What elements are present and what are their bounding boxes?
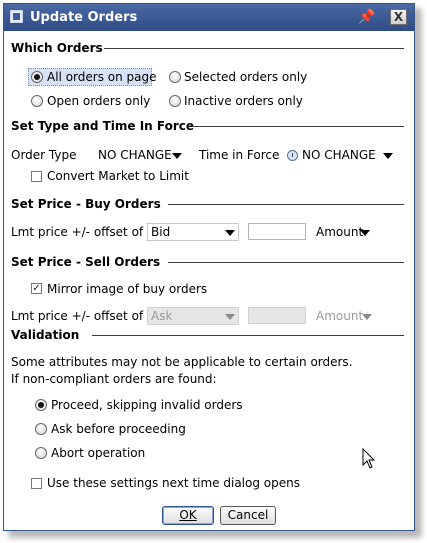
buy-amount-type-select[interactable]: Amount — [312, 223, 374, 241]
radio-selected-orders[interactable] — [169, 71, 181, 83]
validation-note-line1: Some attributes may not be applicable to… — [11, 355, 353, 369]
buy-amount-input[interactable] — [248, 223, 306, 240]
order-type-label: Order Type — [11, 148, 77, 162]
pin-icon[interactable]: 📌 — [358, 8, 376, 26]
radio-inactive-orders-label[interactable]: Inactive orders only — [184, 94, 303, 108]
radio-all-orders[interactable] — [31, 71, 43, 83]
radio-all-orders-label[interactable]: All orders on page — [47, 70, 157, 84]
radio-abort[interactable] — [35, 447, 47, 459]
close-icon: X — [393, 10, 404, 24]
type-tif-divider — [192, 126, 404, 127]
window-title: Update Orders — [30, 10, 138, 25]
buy-amount-type-value: Amount — [316, 225, 364, 239]
radio-open-orders[interactable] — [31, 95, 43, 107]
close-button[interactable]: X — [390, 9, 407, 25]
mirror-buy-checkbox[interactable]: ✓ — [31, 283, 42, 294]
radio-ask-before-label[interactable]: Ask before proceeding — [51, 422, 186, 436]
sell-heading: Set Price - Sell Orders — [11, 255, 161, 269]
sell-amount-type-value: Amount — [316, 309, 364, 323]
validation-heading: Validation — [11, 328, 80, 342]
buy-offset-value: Bid — [151, 225, 171, 239]
sell-amount-input[interactable] — [248, 307, 306, 324]
radio-ask-before[interactable] — [35, 423, 47, 435]
radio-abort-label[interactable]: Abort operation — [51, 446, 145, 460]
which-orders-heading: Which Orders — [11, 41, 103, 55]
chevron-down-icon — [225, 314, 235, 320]
sell-offset-select[interactable]: Ask — [147, 307, 239, 325]
remember-settings-checkbox[interactable] — [31, 478, 42, 489]
radio-proceed-skipping[interactable] — [35, 399, 47, 411]
chevron-down-icon — [172, 153, 182, 159]
tif-label: Time in Force — [199, 148, 280, 162]
validation-note-line2: If non-compliant orders are found: — [11, 372, 217, 386]
sell-offset-value: Ask — [151, 309, 173, 323]
sell-offset-label: Lmt price +/- offset of — [11, 309, 144, 323]
app-window-icon — [10, 10, 23, 23]
dialog-body: Which Orders All orders on page Selected… — [4, 31, 414, 530]
validation-divider — [92, 335, 404, 336]
remember-settings-label[interactable]: Use these settings next time dialog open… — [47, 476, 300, 490]
ok-button[interactable]: OK — [162, 506, 214, 525]
type-tif-heading: Set Type and Time In Force — [11, 119, 195, 133]
radio-proceed-skipping-label[interactable]: Proceed, skipping invalid orders — [51, 398, 243, 412]
mouse-cursor-icon — [362, 448, 376, 469]
buy-divider — [168, 204, 404, 205]
clock-icon — [287, 150, 298, 161]
chevron-down-icon — [360, 230, 370, 236]
update-orders-dialog: Update Orders 📌 X Which Orders All order… — [3, 3, 415, 531]
chevron-down-icon — [362, 314, 372, 320]
buy-offset-select[interactable]: Bid — [147, 223, 239, 241]
chevron-down-icon — [383, 153, 393, 159]
chevron-down-icon — [225, 230, 235, 236]
convert-market-label[interactable]: Convert Market to Limit — [47, 169, 189, 183]
buy-offset-label: Lmt price +/- offset of — [11, 225, 144, 239]
convert-market-checkbox[interactable] — [31, 171, 42, 182]
tif-select[interactable]: NO CHANGE — [283, 146, 397, 164]
radio-open-orders-label[interactable]: Open orders only — [47, 94, 150, 108]
radio-inactive-orders[interactable] — [169, 95, 181, 107]
cancel-button[interactable]: Cancel — [220, 506, 276, 525]
radio-selected-orders-label[interactable]: Selected orders only — [184, 70, 307, 84]
sell-amount-type-select[interactable]: Amount — [312, 307, 376, 325]
sell-divider — [168, 262, 404, 263]
title-bar[interactable]: Update Orders 📌 X — [4, 4, 414, 31]
order-type-select[interactable]: NO CHANGE — [94, 146, 186, 164]
tif-value: NO CHANGE — [302, 148, 376, 162]
which-orders-divider — [104, 48, 404, 49]
buy-heading: Set Price - Buy Orders — [11, 197, 161, 211]
mirror-buy-label[interactable]: Mirror image of buy orders — [47, 282, 207, 296]
order-type-value: NO CHANGE — [98, 148, 172, 162]
